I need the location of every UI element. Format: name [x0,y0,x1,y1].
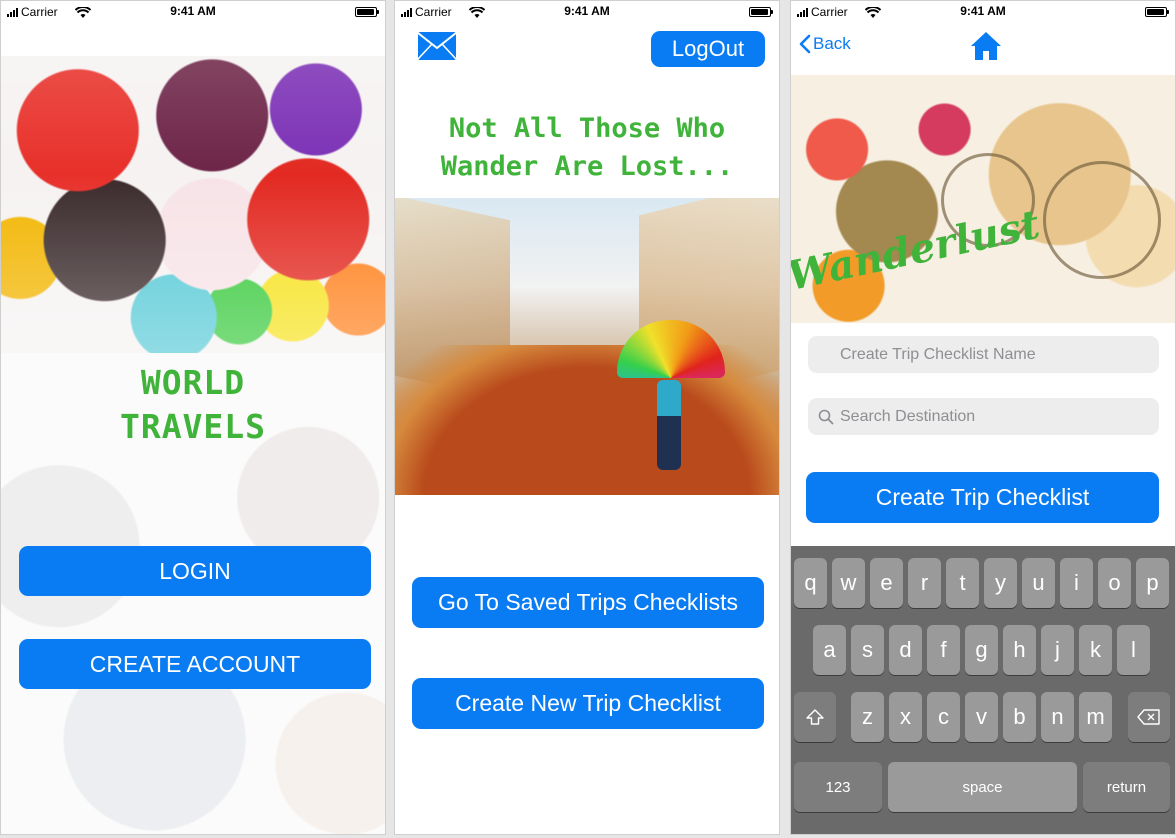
umbrellas-watercolor-image [1,56,385,353]
battery-icon [1145,7,1169,17]
logout-button[interactable]: LogOut [651,31,765,67]
status-bar: Carrier 9:41 AM [1,1,385,23]
key-i[interactable]: i [1060,558,1093,608]
key-c[interactable]: c [927,692,960,742]
key-m[interactable]: m [1079,692,1112,742]
checklist-name-input[interactable]: Create Trip Checklist Name [808,336,1159,373]
numbers-key[interactable]: 123 [794,762,882,812]
create-new-trip-button[interactable]: Create New Trip Checklist [412,678,764,729]
backspace-icon [1137,709,1160,725]
checklist-name-placeholder: Create Trip Checklist Name [840,345,1036,363]
app-title-line2: TRAVELS [119,407,267,446]
key-r[interactable]: r [908,558,941,608]
key-d[interactable]: d [889,625,922,675]
keyboard: q w e r t y u i o p a s d f g h j k l z … [791,546,1175,834]
key-x[interactable]: x [889,692,922,742]
status-time: 9:41 AM [960,4,1006,18]
key-b[interactable]: b [1003,692,1036,742]
key-n[interactable]: n [1041,692,1074,742]
key-q[interactable]: q [794,558,827,608]
key-v[interactable]: v [965,692,998,742]
backspace-key[interactable] [1128,692,1170,742]
status-bar: Carrier 9:41 AM [395,1,779,23]
key-f[interactable]: f [927,625,960,675]
key-z[interactable]: z [851,692,884,742]
key-h[interactable]: h [1003,625,1036,675]
app-title-line1: WORLD [140,363,246,402]
key-k[interactable]: k [1079,625,1112,675]
key-l[interactable]: l [1117,625,1150,675]
chevron-left-icon [799,34,811,54]
key-w[interactable]: w [832,558,865,608]
login-button[interactable]: LOGIN [19,546,371,596]
status-time: 9:41 AM [170,4,216,18]
create-trip-checklist-button[interactable]: Create Trip Checklist [806,472,1159,523]
battery-icon [355,7,379,17]
saved-trips-button[interactable]: Go To Saved Trips Checklists [412,577,764,628]
create-account-button[interactable]: CREATE ACCOUNT [19,639,371,689]
space-key[interactable]: space [888,762,1077,812]
rainy-street-painting [395,198,779,495]
home-screen: Carrier 9:41 AM LogOut Not All Those Who… [394,0,780,835]
status-bar: Carrier 9:41 AM [791,1,1175,23]
search-destination-input[interactable]: Search Destination [808,398,1159,435]
create-checklist-screen: Carrier 9:41 AM Back Wanderlust Create T… [790,0,1176,835]
shift-key[interactable] [794,692,836,742]
key-a[interactable]: a [813,625,846,675]
return-key[interactable]: return [1083,762,1170,812]
key-g[interactable]: g [965,625,998,675]
shift-icon [806,709,824,725]
home-icon[interactable] [969,29,1003,63]
battery-icon [749,7,773,17]
tagline-line1: Not All Those Who [448,113,726,144]
back-button[interactable]: Back [799,34,851,54]
envelope-icon[interactable] [417,31,457,61]
tagline-line2: Wander Are Lost... [440,151,734,182]
key-s[interactable]: s [851,625,884,675]
search-placeholder: Search Destination [840,407,976,425]
key-y[interactable]: y [984,558,1017,608]
search-icon [818,409,834,424]
key-u[interactable]: u [1022,558,1055,608]
login-screen: Carrier 9:41 AM WORLD TRAVELS LOGIN CREA… [0,0,386,835]
key-p[interactable]: p [1136,558,1169,608]
back-label: Back [813,34,851,53]
key-e[interactable]: e [870,558,903,608]
key-o[interactable]: o [1098,558,1131,608]
key-j[interactable]: j [1041,625,1074,675]
key-t[interactable]: t [946,558,979,608]
status-time: 9:41 AM [564,4,610,18]
